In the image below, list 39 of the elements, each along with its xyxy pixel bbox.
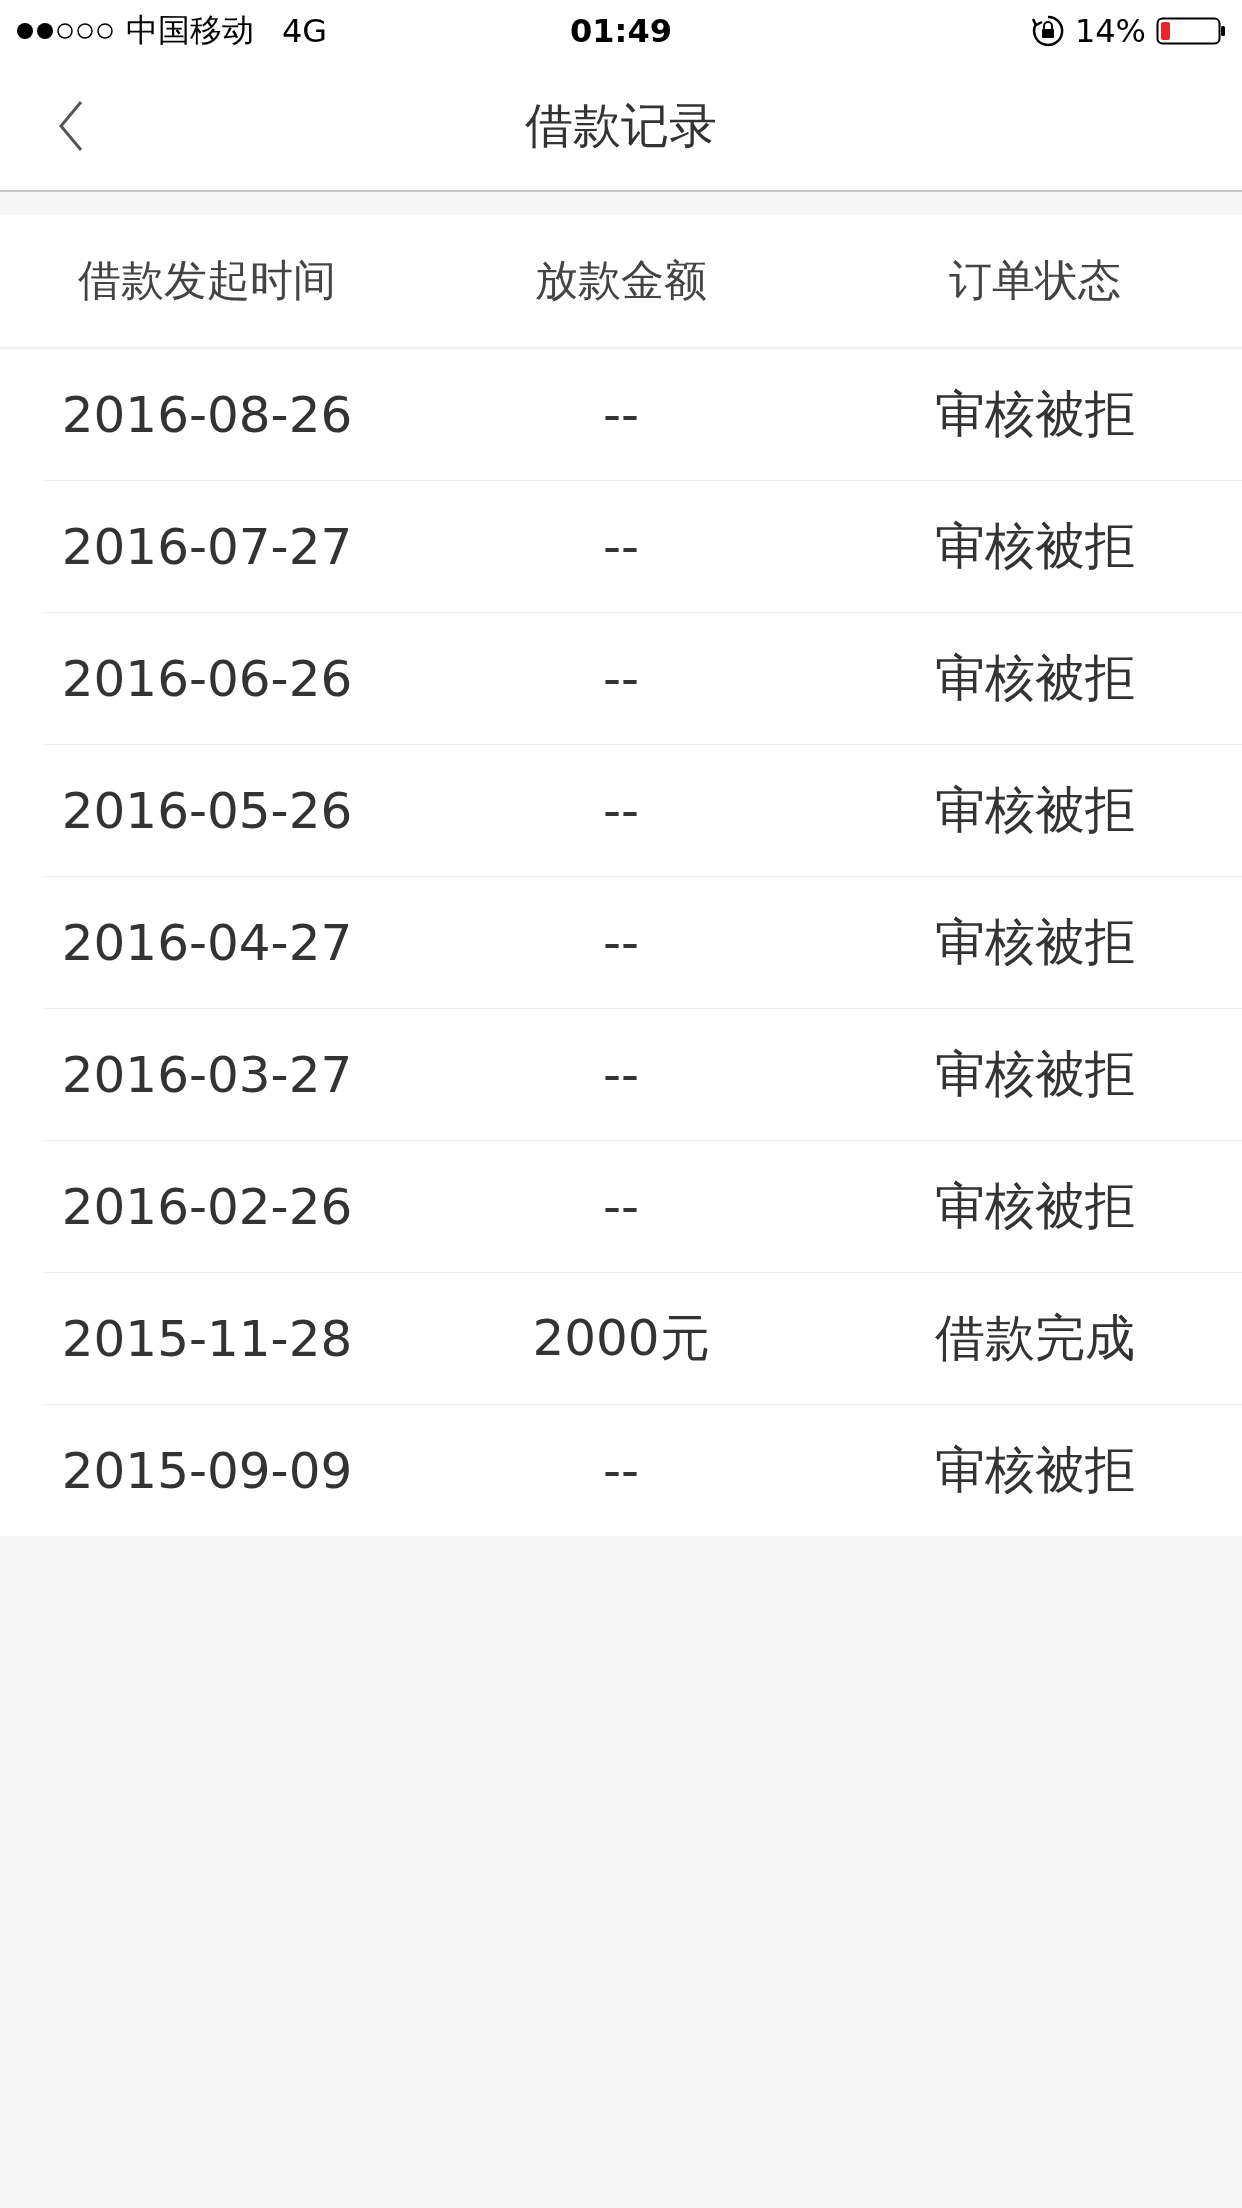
table-cell-text: 2000元: [532, 1308, 710, 1369]
battery-icon: [1156, 16, 1226, 46]
table-cell-text: 借款完成: [935, 1308, 1135, 1369]
table-cell: --: [602, 1045, 640, 1104]
table-cell-text: 审核被拒: [935, 648, 1135, 709]
table-cell: --: [602, 1177, 640, 1236]
carrier-name: 中国移动: [126, 10, 254, 51]
table-cell-text: 审核被拒: [935, 912, 1135, 973]
table-cell: 2016-02-26: [61, 1177, 353, 1236]
table-cell-text: 审核被拒: [935, 1044, 1135, 1105]
signal-icon: [16, 21, 116, 41]
table-cell: 2015-11-28: [61, 1309, 353, 1368]
table-cell: --: [602, 649, 640, 708]
battery-percent: 14%: [1074, 12, 1146, 50]
clock-time: 01:49: [570, 12, 672, 50]
table-cell-text: 审核被拒: [935, 1440, 1135, 1501]
page-title: 借款记录: [525, 96, 717, 155]
network-type: 4G: [282, 12, 328, 50]
rotation-lock-icon: [1030, 14, 1065, 48]
table-cell: --: [602, 781, 640, 840]
table-cell: 2016-07-27: [61, 517, 353, 576]
chevron-left-icon: [58, 100, 84, 152]
column-header: 放款金额: [535, 254, 707, 307]
table-cell: 2016-05-26: [61, 781, 353, 840]
table-cell-text: 审核被拒: [935, 1176, 1135, 1237]
column-header: 订单状态: [949, 254, 1121, 307]
table-cell: --: [602, 913, 640, 972]
table-cell: 2016-04-27: [61, 913, 353, 972]
table-cell: 2016-08-26: [61, 385, 353, 444]
table-cell: 2016-03-27: [61, 1045, 353, 1104]
table-cell: 2016-06-26: [61, 649, 353, 708]
column-header: 借款发起时间: [78, 254, 336, 307]
table-cell: --: [602, 517, 640, 576]
table-cell: --: [602, 1441, 640, 1500]
table-cell: 2015-09-09: [61, 1441, 353, 1500]
table-cell-text: 审核被拒: [935, 384, 1135, 445]
table-cell: --: [602, 385, 640, 444]
table-cell-text: 审核被拒: [935, 780, 1135, 841]
table-cell-text: 审核被拒: [935, 516, 1135, 577]
